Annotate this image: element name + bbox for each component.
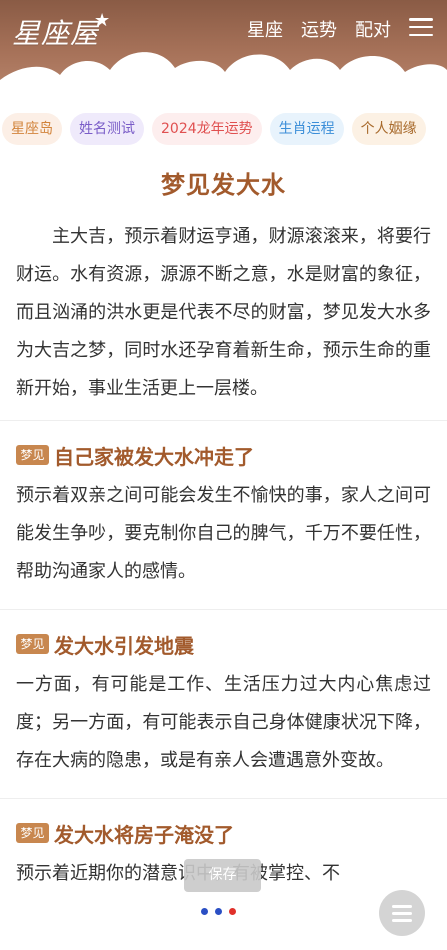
dot-icon	[215, 908, 222, 915]
top-nav: 星座 运势 配对	[247, 16, 391, 42]
loading-dots	[201, 908, 236, 915]
tag-2024-yunshi[interactable]: 2024龙年运势	[152, 113, 262, 145]
section-text: 一方面，有可能是工作、生活压力过大内心焦虑过度；另一方面，有可能表示自己身体健康…	[16, 674, 431, 771]
dream-section: 梦见 发大水将房子淹没了 预示着近期你的潜意识中，有被掌控、不	[0, 798, 447, 911]
section-heading-text: 自己家被发大水冲走了	[54, 444, 254, 469]
tag-xingming-ceshi[interactable]: 姓名测试	[70, 113, 144, 145]
tag-xingzuodao[interactable]: 星座岛	[2, 113, 62, 145]
floating-menu-button[interactable]	[379, 890, 425, 936]
nav-item-peidui[interactable]: 配对	[355, 16, 391, 42]
section-heading: 梦见 自己家被发大水冲走了	[16, 439, 431, 471]
section-heading-text: 发大水将房子淹没了	[54, 822, 234, 847]
dream-section: 梦见 自己家被发大水冲走了 预示着双亲之间可能会发生不愉快的事，家人之间可能发生争…	[0, 420, 447, 609]
article-intro: 主大吉，预示着财运亨通，财源滚滚来，将要行财运。水有资源，源源不断之意，水是财富…	[16, 226, 431, 399]
site-header: 星座屋 ★ 星座 运势 配对	[0, 0, 447, 100]
tag-shengxiao-yuncheng[interactable]: 生肖运程	[269, 113, 344, 145]
dream-badge: 梦见	[16, 634, 49, 654]
hamburger-icon[interactable]	[409, 16, 433, 38]
tag-bar: 星座岛 姓名测试 2024龙年运势 生肖运程 个人姻缘	[0, 113, 447, 145]
site-logo[interactable]: 星座屋	[12, 12, 99, 52]
dream-badge: 梦见	[16, 823, 49, 843]
section-text: 预示着双亲之间可能会发生不愉快的事，家人之间可能发生争吵，要克制你自己的脾气，千…	[16, 485, 431, 582]
nav-item-yunshi[interactable]: 运势	[301, 16, 337, 42]
section-heading: 梦见 发大水将房子淹没了	[16, 817, 431, 849]
dream-badge: 梦见	[16, 445, 49, 465]
dot-icon	[201, 908, 208, 915]
tag-geren-yinyuan[interactable]: 个人姻缘	[351, 113, 426, 145]
section-heading-text: 发大水引发地震	[54, 633, 194, 658]
section-heading: 梦见 发大水引发地震	[16, 628, 431, 660]
star-icon: ★	[94, 10, 111, 31]
save-button[interactable]: 保存	[184, 859, 261, 892]
dot-icon	[229, 908, 236, 915]
page-title: 梦见发大水	[161, 171, 286, 199]
dream-section: 梦见 发大水引发地震 一方面，有可能是工作、生活压力过大内心焦虑过度；另一方面，有…	[0, 609, 447, 798]
nav-item-xingzuo[interactable]: 星座	[247, 16, 283, 42]
